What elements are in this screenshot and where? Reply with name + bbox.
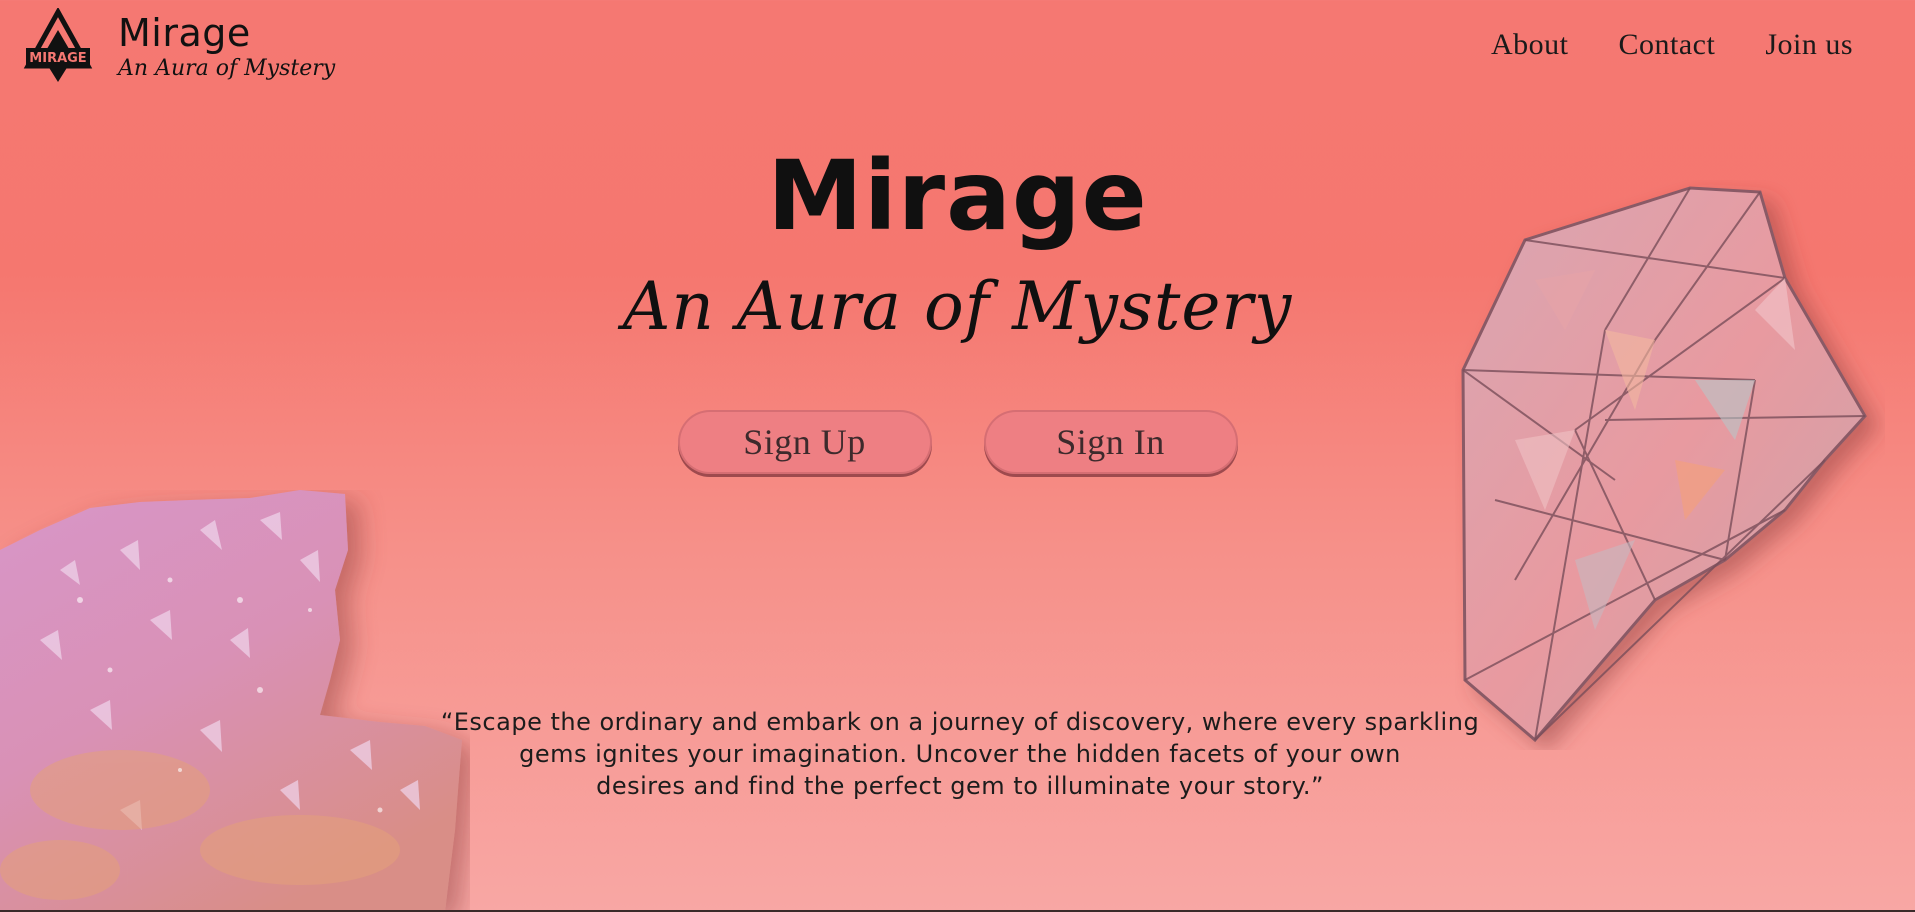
quote-line-2: gems ignites your imagination. Uncover t… xyxy=(519,740,1401,768)
hero-title: Mirage xyxy=(767,140,1148,252)
nav-contact-link[interactable]: Contact xyxy=(1619,28,1716,62)
brand-subtitle: An Aura of Mystery xyxy=(118,56,336,81)
tagline-quote: “Escape the ordinary and embark on a jou… xyxy=(410,706,1510,802)
sign-up-button[interactable]: Sign Up xyxy=(677,410,932,474)
nav-join-us-link[interactable]: Join us xyxy=(1765,28,1853,62)
pink-crystal-cluster-image xyxy=(0,490,470,912)
brand-text: Mirage An Aura of Mystery xyxy=(118,12,335,80)
sign-in-button[interactable]: Sign In xyxy=(983,410,1238,474)
top-nav: About Contact Join us xyxy=(1491,28,1853,62)
quote-line-1: “Escape the ordinary and embark on a jou… xyxy=(440,708,1480,736)
mirage-logo-icon: MIRAGE xyxy=(20,6,96,84)
hero-subtitle: An Aura of Mystery xyxy=(622,268,1293,345)
logo-text: MIRAGE xyxy=(29,51,86,66)
auth-buttons: Sign Up Sign In xyxy=(0,410,1915,474)
brand[interactable]: MIRAGE Mirage An Aura of Mystery xyxy=(20,6,335,84)
hero: Mirage An Aura of Mystery xyxy=(0,148,1915,340)
nav-about-link[interactable]: About xyxy=(1491,28,1569,62)
quote-line-3: desires and find the perfect gem to illu… xyxy=(596,772,1324,800)
brand-title: Mirage xyxy=(118,11,251,55)
